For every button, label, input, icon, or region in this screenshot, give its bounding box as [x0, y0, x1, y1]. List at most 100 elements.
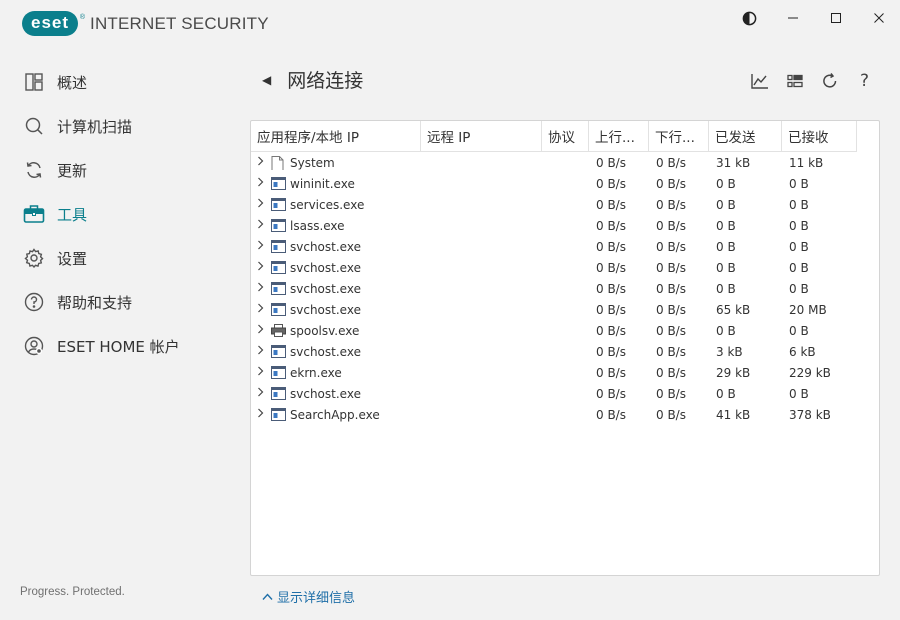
upload-rate-cell: 0 B/s	[596, 386, 626, 401]
download-rate-cell: 0 B/s	[656, 365, 686, 380]
app-cell: svchost.exe	[251, 261, 421, 275]
column-header-app[interactable]: 应用程序/本地 IP	[251, 121, 421, 151]
back-button[interactable]: ◀	[262, 73, 271, 87]
column-header-received[interactable]: 已接收	[782, 121, 857, 151]
upload-rate-cell: 0 B/s	[596, 197, 626, 212]
app-name: svchost.exe	[290, 386, 361, 401]
contrast-icon	[742, 11, 757, 25]
table-row[interactable]: svchost.exe 0 B/s 0 B/s 0 B 0 B	[251, 278, 879, 299]
table-row[interactable]: svchost.exe 0 B/s 0 B/s 0 B 0 B	[251, 383, 879, 404]
table-row[interactable]: ekrn.exe 0 B/s 0 B/s 29 kB 229 kB	[251, 362, 879, 383]
chevron-right-icon[interactable]	[257, 387, 267, 400]
statistics-button[interactable]	[742, 68, 777, 94]
sent-cell: 29 kB	[716, 365, 751, 380]
sidebar-item-tools[interactable]: 工具	[0, 192, 235, 236]
toolbox-icon	[23, 203, 45, 225]
app-cell: spoolsv.exe	[251, 324, 421, 338]
table-row[interactable]: wininit.exe 0 B/s 0 B/s 0 B 0 B	[251, 173, 879, 194]
sidebar-item-label: 更新	[57, 161, 88, 180]
upload-rate-cell: 0 B/s	[596, 323, 626, 338]
chevron-right-icon[interactable]	[257, 303, 267, 316]
chevron-right-icon[interactable]	[257, 219, 267, 232]
app-window-icon	[271, 387, 286, 400]
sidebar-item-settings[interactable]: 设置	[0, 236, 235, 280]
chevron-right-icon[interactable]	[257, 156, 267, 169]
app-name: lsass.exe	[290, 218, 345, 233]
app-window-icon	[271, 219, 286, 232]
table-row[interactable]: SearchApp.exe 0 B/s 0 B/s 41 kB 378 kB	[251, 404, 879, 425]
sidebar-item-label: 概述	[57, 73, 88, 92]
sent-cell: 0 B	[716, 176, 736, 191]
show-details-link[interactable]: 显示详细信息	[262, 587, 355, 606]
maximize-button[interactable]	[814, 6, 857, 30]
minimize-button[interactable]	[771, 6, 814, 30]
received-cell: 0 B	[789, 323, 809, 338]
refresh-button[interactable]	[812, 68, 847, 94]
chevron-right-icon[interactable]	[257, 177, 267, 190]
upload-rate-cell: 0 B/s	[596, 239, 626, 254]
sidebar-item-scan[interactable]: 计算机扫描	[0, 104, 235, 148]
download-rate-cell: 0 B/s	[656, 260, 686, 275]
upload-rate-cell: 0 B/s	[596, 176, 626, 191]
table-row[interactable]: svchost.exe 0 B/s 0 B/s 0 B 0 B	[251, 236, 879, 257]
logo-badge: eset ®	[22, 11, 85, 36]
upload-rate-cell: 0 B/s	[596, 302, 626, 317]
received-cell: 0 B	[789, 260, 809, 275]
received-cell: 0 B	[789, 281, 809, 296]
view-toggle-button[interactable]	[777, 68, 812, 94]
received-cell: 0 B	[789, 239, 809, 254]
app-cell: services.exe	[251, 198, 421, 212]
table-row[interactable]: svchost.exe 0 B/s 0 B/s 0 B 0 B	[251, 257, 879, 278]
sidebar-item-label: 工具	[57, 205, 88, 224]
column-header-protocol[interactable]: 协议	[542, 121, 589, 151]
close-button[interactable]	[857, 6, 900, 30]
sent-cell: 0 B	[716, 218, 736, 233]
help-button[interactable]: ?	[847, 68, 882, 94]
chevron-right-icon[interactable]	[257, 282, 267, 295]
chevron-right-icon[interactable]	[257, 261, 267, 274]
theme-toggle-button[interactable]	[728, 6, 771, 30]
upload-rate-cell: 0 B/s	[596, 218, 626, 233]
sidebar: 概述 计算机扫描 更新 工具 设置 帮助和支持 ESET HOME 帐户	[0, 60, 235, 368]
download-rate-cell: 0 B/s	[656, 176, 686, 191]
upload-rate-cell: 0 B/s	[596, 281, 626, 296]
scan-icon	[23, 115, 45, 137]
received-cell: 11 kB	[789, 155, 824, 170]
download-rate-cell: 0 B/s	[656, 302, 686, 317]
table-row[interactable]: lsass.exe 0 B/s 0 B/s 0 B 0 B	[251, 215, 879, 236]
app-cell: svchost.exe	[251, 282, 421, 296]
app-window-icon	[271, 198, 286, 211]
upload-rate-cell: 0 B/s	[596, 260, 626, 275]
chevron-right-icon[interactable]	[257, 198, 267, 211]
sidebar-item-update[interactable]: 更新	[0, 148, 235, 192]
table-row[interactable]: spoolsv.exe 0 B/s 0 B/s 0 B 0 B	[251, 320, 879, 341]
product-name: INTERNET SECURITY	[90, 13, 269, 33]
table-row[interactable]: svchost.exe 0 B/s 0 B/s 3 kB 6 kB	[251, 341, 879, 362]
header-tools: ?	[742, 68, 882, 94]
table-row[interactable]: svchost.exe 0 B/s 0 B/s 65 kB 20 MB	[251, 299, 879, 320]
received-cell: 0 B	[789, 176, 809, 191]
app-name: svchost.exe	[290, 302, 361, 317]
chevron-right-icon[interactable]	[257, 408, 267, 421]
chevron-right-icon[interactable]	[257, 366, 267, 379]
chart-icon	[750, 74, 768, 89]
sidebar-item-label: 帮助和支持	[57, 293, 133, 312]
sidebar-item-overview[interactable]: 概述	[0, 60, 235, 104]
column-header-sent[interactable]: 已发送	[709, 121, 782, 151]
download-rate-cell: 0 B/s	[656, 386, 686, 401]
column-header-remote-ip[interactable]: 远程 IP	[421, 121, 542, 151]
table-row[interactable]: services.exe 0 B/s 0 B/s 0 B 0 B	[251, 194, 879, 215]
chevron-right-icon[interactable]	[257, 345, 267, 358]
chevron-right-icon[interactable]	[257, 324, 267, 337]
sent-cell: 0 B	[716, 239, 736, 254]
app-cell: SearchApp.exe	[251, 408, 421, 422]
app-name: svchost.exe	[290, 239, 361, 254]
table-row[interactable]: System 0 B/s 0 B/s 31 kB 11 kB	[251, 152, 879, 173]
app-name: svchost.exe	[290, 260, 361, 275]
column-header-upload[interactable]: 上行...	[589, 121, 649, 151]
download-rate-cell: 0 B/s	[656, 155, 686, 170]
chevron-right-icon[interactable]	[257, 240, 267, 253]
sidebar-item-help[interactable]: 帮助和支持	[0, 280, 235, 324]
sidebar-item-eset-home[interactable]: ESET HOME 帐户	[0, 324, 235, 368]
column-header-download[interactable]: 下行...	[649, 121, 709, 151]
